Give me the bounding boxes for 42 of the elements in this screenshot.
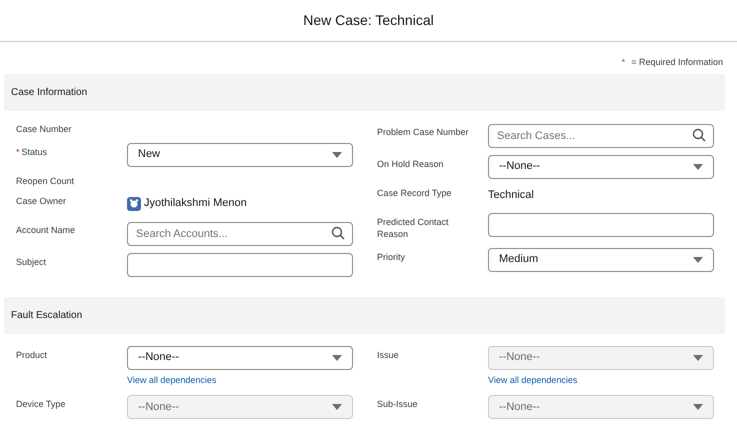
search-icon [692,128,706,142]
section-header: Case Information [4,74,725,110]
select-field[interactable]: --None-- [127,346,353,370]
field-label: Case Record Type [377,186,452,200]
field-label: Device Type [16,398,66,411]
field-label: Problem Case Number [377,126,470,138]
field-label: Issue [377,348,400,362]
field-label: Reopen Count [16,174,76,186]
field-label: Product [16,348,48,362]
section-header: Fault Escalation [4,296,725,334]
required-mark: * [16,146,20,158]
dropdown-caret-icon [693,354,703,360]
dependencies-link[interactable]: View all dependencies [127,374,353,387]
text-field[interactable] [488,212,714,236]
select-field[interactable]: New [127,142,353,166]
field-label: Priority [377,250,406,264]
modal-title: New Case: Technical [303,11,434,30]
field-value: Technical [488,188,534,202]
dropdown-caret-icon [332,354,342,360]
required-note: = Required Information [631,56,723,69]
field-label: Predicted Contact Reason [377,216,450,240]
field-label: Case Owner [16,194,68,208]
field-label: Status [22,146,48,158]
text-field[interactable] [127,252,353,276]
dropdown-caret-icon [693,404,703,410]
field-label: Case Number [16,122,73,134]
user-avatar-icon [127,196,141,210]
select-field[interactable]: --None-- [488,154,714,178]
search-field[interactable]: Search Cases... [488,124,714,148]
field-label: On Hold Reason [377,158,445,170]
dropdown-caret-icon [693,256,703,262]
dropdown-caret-icon [332,404,342,410]
select-field[interactable]: Medium [488,248,714,272]
field-label: Sub-Issue [377,398,419,411]
dropdown-caret-icon [332,152,342,158]
search-icon [331,226,345,240]
field-label: Account Name [16,224,76,236]
dropdown-caret-icon [693,164,703,170]
search-field[interactable]: Search Accounts... [127,222,353,246]
field-label: Subject [16,256,48,269]
owner-name: Jyothilakshmi Menon [144,196,247,212]
required-mark: * [622,56,626,69]
